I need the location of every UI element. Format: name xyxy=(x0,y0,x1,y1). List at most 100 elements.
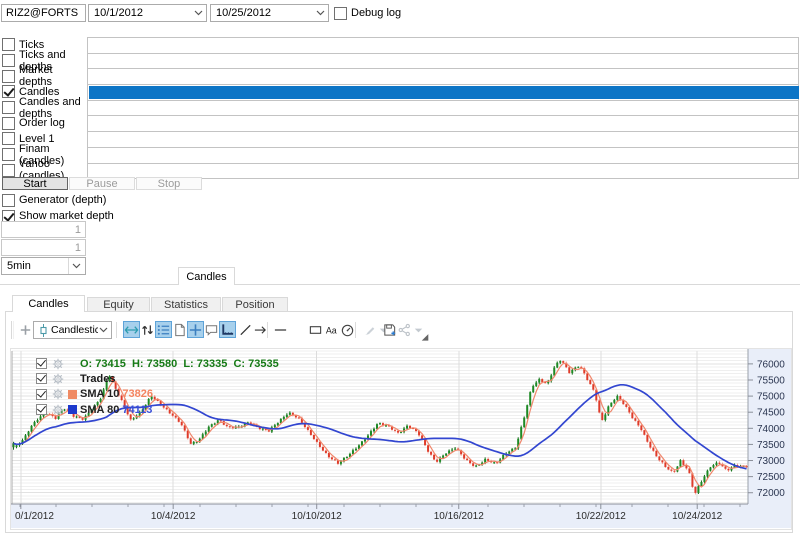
svg-text:73000: 73000 xyxy=(757,456,785,467)
draw-arrow-button[interactable] xyxy=(252,321,269,338)
source-checkbox[interactable] xyxy=(2,54,15,67)
chevron-down-icon[interactable] xyxy=(315,8,326,19)
draw-text-button[interactable]: Aa xyxy=(323,321,340,338)
source-checkbox[interactable] xyxy=(2,117,15,130)
tab-label: Equity xyxy=(103,299,134,311)
legend-button[interactable] xyxy=(155,321,172,338)
legend-checkbox[interactable] xyxy=(36,404,47,415)
svg-text:72500: 72500 xyxy=(757,472,785,483)
candlestick-icon xyxy=(39,324,48,337)
timeframe-combo[interactable]: 5min xyxy=(1,257,86,275)
draw-rect-button[interactable] xyxy=(307,321,324,338)
source-label: Candles and depths xyxy=(19,96,87,120)
legend-row: SMA 80 74113 xyxy=(36,402,152,417)
svg-text:73500: 73500 xyxy=(757,440,785,451)
svg-text:76000: 76000 xyxy=(757,359,785,370)
legend-row: SMA 10 73826 xyxy=(36,387,153,402)
gauge-button[interactable] xyxy=(339,321,356,338)
progress-fill xyxy=(89,86,799,99)
source-checkbox[interactable] xyxy=(2,101,15,114)
source-checkbox[interactable] xyxy=(2,38,15,51)
price-chart[interactable]: 7200072500730007350074000745007500075500… xyxy=(10,348,792,530)
svg-text:75000: 75000 xyxy=(757,392,785,403)
legend-checkbox[interactable] xyxy=(36,389,47,400)
legend-swatch xyxy=(68,405,77,414)
date-from-value: 10/1/2012 xyxy=(94,7,193,19)
series-type-combo[interactable]: Candlestick xyxy=(33,321,112,339)
volume-field[interactable]: 1 xyxy=(1,239,86,256)
tab-candles-outer[interactable]: Candles xyxy=(178,267,235,285)
legend-checkbox[interactable] xyxy=(36,373,47,384)
security-input-field[interactable] xyxy=(6,7,81,19)
legend-row: Trades xyxy=(36,371,115,386)
chart-toolbar: Candlestick Aa xyxy=(6,317,792,345)
progress-bar xyxy=(87,115,799,132)
tab-position[interactable]: Position xyxy=(222,297,288,312)
app-window: { "top_bar": { "security": "RIZ2@FORTS",… xyxy=(0,0,800,545)
auto-range-button[interactable] xyxy=(123,321,140,338)
legend-text: SMA 80 xyxy=(80,404,122,416)
source-checkbox[interactable] xyxy=(2,164,15,177)
source-checkbox[interactable] xyxy=(2,70,15,83)
date-to-picker[interactable]: 10/25/2012 xyxy=(210,4,329,22)
tab-candles-outer-label: Candles xyxy=(186,271,226,283)
pause-button[interactable]: Pause xyxy=(69,177,135,190)
debug-log-box[interactable] xyxy=(334,7,347,20)
chevron-down-icon[interactable] xyxy=(193,8,204,19)
source-label: Order log xyxy=(19,117,65,129)
svg-text:10/24/2012: 10/24/2012 xyxy=(672,511,722,522)
progress-bar xyxy=(87,37,799,54)
toolbar-grip[interactable] xyxy=(11,321,14,339)
source-row: Candles and depths xyxy=(2,100,87,116)
legend-text: 74113 xyxy=(122,404,152,416)
toolbar-separator xyxy=(116,322,117,338)
tab-statistics[interactable]: Statistics xyxy=(151,297,221,312)
chevron-down-icon[interactable] xyxy=(68,258,83,274)
legend-text: 73826 xyxy=(122,388,153,400)
add-indicator-button[interactable] xyxy=(17,321,34,338)
legend-swatch xyxy=(68,390,77,399)
svg-text:10/22/2012: 10/22/2012 xyxy=(576,511,626,522)
depth-field[interactable]: 1 xyxy=(1,221,86,238)
gear-icon[interactable] xyxy=(52,373,64,385)
gear-icon[interactable] xyxy=(52,404,64,416)
progress-bar xyxy=(87,131,799,148)
chart-canvas[interactable]: 7200072500730007350074000745007500075500… xyxy=(11,349,791,529)
progress-bar xyxy=(87,68,799,85)
generator-depth-box[interactable] xyxy=(2,194,15,207)
source-row: Market depths xyxy=(2,68,87,84)
tab-label: Statistics xyxy=(164,299,208,311)
security-input[interactable] xyxy=(1,4,86,22)
legend-row: O: 73415 H: 73580 L: 73335 C: 73535 xyxy=(36,356,279,371)
source-row: Yahoo (candles) xyxy=(2,163,87,179)
svg-text:72000: 72000 xyxy=(757,488,785,499)
crosshair-button[interactable] xyxy=(187,321,204,338)
tab-candles[interactable]: Candles xyxy=(12,295,85,312)
legend-text: Trades xyxy=(80,373,115,385)
stop-button[interactable]: Stop xyxy=(136,177,202,190)
debug-log-checkbox[interactable]: Debug log xyxy=(334,6,401,20)
svg-text:0/1/2012: 0/1/2012 xyxy=(15,511,54,522)
gear-icon[interactable] xyxy=(52,358,64,370)
legend-checkbox[interactable] xyxy=(36,358,47,369)
generator-depth-checkbox[interactable]: Generator (depth) xyxy=(2,193,106,207)
progress-bar xyxy=(87,84,799,101)
gear-icon[interactable] xyxy=(52,388,64,400)
svg-text:74000: 74000 xyxy=(757,424,785,435)
progress-bar xyxy=(87,100,799,117)
new-pane-button[interactable] xyxy=(171,321,188,338)
draw-hline-button[interactable] xyxy=(272,321,289,338)
overflow-button[interactable] xyxy=(417,326,434,343)
legend-text: SMA 10 xyxy=(80,388,122,400)
svg-text:10/4/2012: 10/4/2012 xyxy=(151,511,196,522)
source-checkbox[interactable] xyxy=(2,85,15,98)
tab-equity[interactable]: Equity xyxy=(87,297,150,312)
source-checkbox[interactable] xyxy=(2,132,15,145)
start-button[interactable]: Start xyxy=(2,177,68,190)
source-checkbox[interactable] xyxy=(2,148,15,161)
date-from-picker[interactable]: 10/1/2012 xyxy=(88,4,207,22)
chevron-down-icon xyxy=(98,325,109,336)
axes-button[interactable] xyxy=(219,321,236,338)
up-down-arrows-button[interactable] xyxy=(139,321,156,338)
tooltip-button[interactable] xyxy=(203,321,220,338)
